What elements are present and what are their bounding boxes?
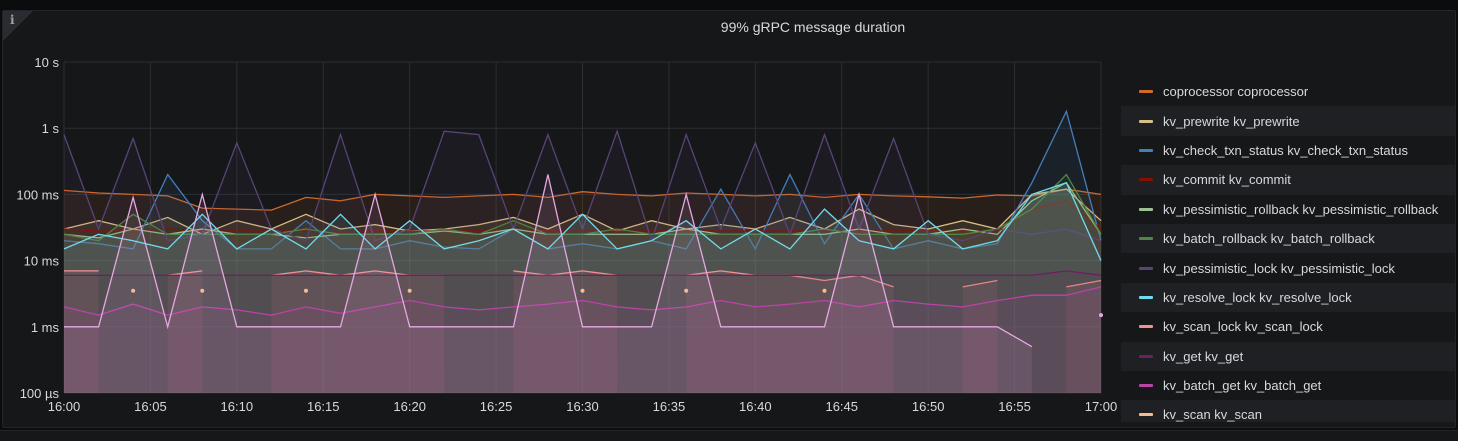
legend-swatch [1139, 266, 1153, 270]
legend-item[interactable]: kv_scan_lock kv_scan_lock [1121, 312, 1455, 341]
legend-item[interactable]: kv_prewrite kv_prewrite [1121, 106, 1455, 136]
legend-swatch [1139, 295, 1153, 299]
legend-swatch [1139, 207, 1153, 211]
x-tick-label: 16:50 [912, 399, 945, 414]
legend-swatch [1139, 148, 1153, 152]
x-tick-label: 16:55 [998, 399, 1031, 414]
legend-label: kv_check_txn_status kv_check_txn_status [1163, 142, 1408, 158]
x-tick-label: 16:35 [653, 399, 686, 414]
x-tick-label: 16:05 [134, 399, 167, 414]
legend-item[interactable]: kv_batch_rollback kv_batch_rollback [1121, 223, 1455, 254]
legend-label: kv_pessimistic_rollback kv_pessimistic_r… [1163, 201, 1439, 217]
legend-label: kv_batch_rollback kv_batch_rollback [1163, 231, 1375, 247]
graph-panel: i 99% gRPC message duration 10 s1 s 100 m… [2, 10, 1456, 428]
x-tick-label: 16:00 [48, 399, 81, 414]
legend-swatch [1139, 413, 1153, 417]
legend-item[interactable]: kv_pessimistic_rollback kv_pessimistic_r… [1121, 195, 1455, 224]
legend-item[interactable]: kv_pessimistic_lock kv_pessimistic_lock [1121, 253, 1455, 282]
legend-item[interactable]: kv_resolve_lock kv_resolve_lock [1121, 282, 1455, 313]
legend-item[interactable]: kv_check_txn_status kv_check_txn_status [1121, 136, 1455, 165]
x-tick-label: 16:10 [221, 399, 254, 414]
legend-swatch [1139, 354, 1153, 358]
series-point [303, 288, 308, 293]
next-panel-edge [0, 430, 1458, 441]
x-tick-label: 16:40 [739, 399, 772, 414]
x-tick-label: 16:25 [480, 399, 513, 414]
legend-swatch [1139, 119, 1153, 123]
legend-label: kv_batch_get kv_batch_get [1163, 378, 1322, 394]
legend-swatch [1139, 90, 1153, 94]
series-point [822, 288, 827, 293]
y-tick-label: 1 s [42, 121, 60, 136]
y-tick-label: 1 ms [31, 320, 60, 335]
legend-item[interactable]: kv_scan kv_scan [1121, 400, 1455, 422]
series-point [407, 288, 412, 293]
chart: 10 s1 s100 ms10 ms1 ms100 µs16:00 16:05 16… [16, 55, 1118, 414]
legend: coprocessor coprocessor kv_prewrite kv_pr… [1121, 77, 1455, 422]
legend-label: coprocessor coprocessor [1163, 84, 1309, 100]
x-tick-label: 16:15 [307, 399, 340, 414]
legend-label: kv_get kv_get [1163, 348, 1244, 364]
x-tick-label: 16:30 [566, 399, 599, 414]
legend-label: kv_scan_lock kv_scan_lock [1163, 319, 1323, 335]
legend-item[interactable]: coprocessor coprocessor [1121, 77, 1455, 106]
y-tick-label: 10 s [34, 55, 59, 70]
legend-swatch [1139, 178, 1153, 182]
legend-swatch [1139, 237, 1153, 241]
y-tick-label: 10 ms [24, 254, 60, 269]
legend-label: kv_pessimistic_lock kv_pessimistic_lock [1163, 260, 1395, 276]
legend-swatch [1139, 384, 1153, 388]
series-point [580, 288, 585, 293]
legend-item[interactable]: kv_get kv_get [1121, 341, 1455, 371]
x-tick-label: 16:20 [393, 399, 426, 414]
legend-label: kv_scan kv_scan [1163, 407, 1262, 422]
legend-label: kv_resolve_lock kv_resolve_lock [1163, 289, 1352, 305]
series-point [1099, 313, 1103, 318]
x-tick-label: 17:00 [1085, 399, 1118, 414]
legend-item[interactable]: kv_commit kv_commit [1121, 165, 1455, 195]
legend-item[interactable]: kv_batch_get kv_batch_get [1121, 371, 1455, 400]
legend-swatch [1139, 325, 1153, 329]
legend-label: kv_prewrite kv_prewrite [1163, 113, 1300, 129]
y-tick-label: 100 ms [16, 187, 59, 202]
legend-label: kv_commit kv_commit [1163, 172, 1291, 188]
x-tick-label: 16:45 [825, 399, 858, 414]
